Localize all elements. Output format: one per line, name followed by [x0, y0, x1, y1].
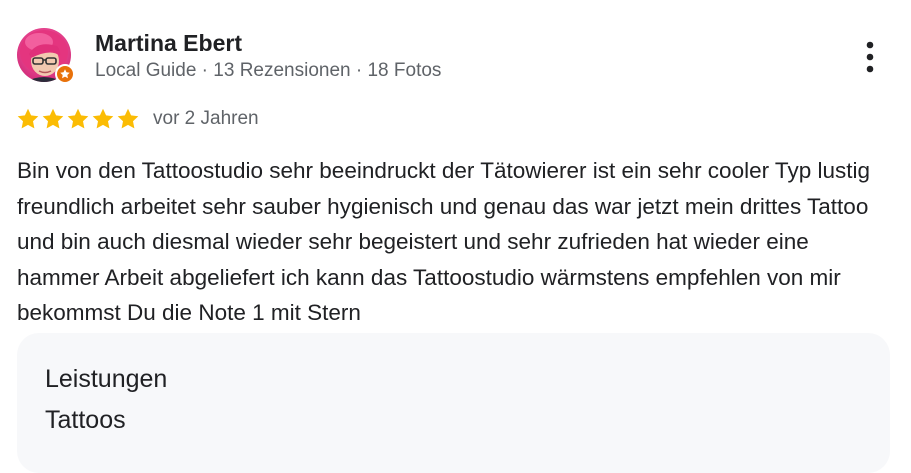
rating-row: vor 2 Jahren [16, 105, 259, 133]
star-icon [67, 108, 89, 129]
detail-value-services: Tattoos [45, 406, 126, 434]
review-card: Martina Ebert Local Guide · 13 Rezension… [0, 0, 911, 473]
author-name[interactable]: Martina Ebert [95, 30, 242, 57]
star-icon [17, 108, 39, 129]
author-avatar-button[interactable] [17, 28, 75, 86]
star-icon [117, 108, 139, 129]
more-options-button[interactable] [852, 36, 888, 78]
author-meta[interactable]: Local Guide · 13 Rezensionen · 18 Fotos [95, 60, 441, 82]
local-guide-star-icon [55, 64, 75, 84]
star-rating [16, 107, 140, 131]
star-icon [92, 108, 114, 129]
review-text: Bin von den Tattoostudio sehr beeindruck… [17, 158, 870, 325]
review-date: vor 2 Jahren [153, 108, 259, 129]
star-icon [42, 108, 64, 129]
detail-title-services: Leistungen [45, 365, 168, 393]
more-vert-icon [866, 41, 874, 73]
review-details-box: Leistungen Tattoos [17, 333, 890, 473]
